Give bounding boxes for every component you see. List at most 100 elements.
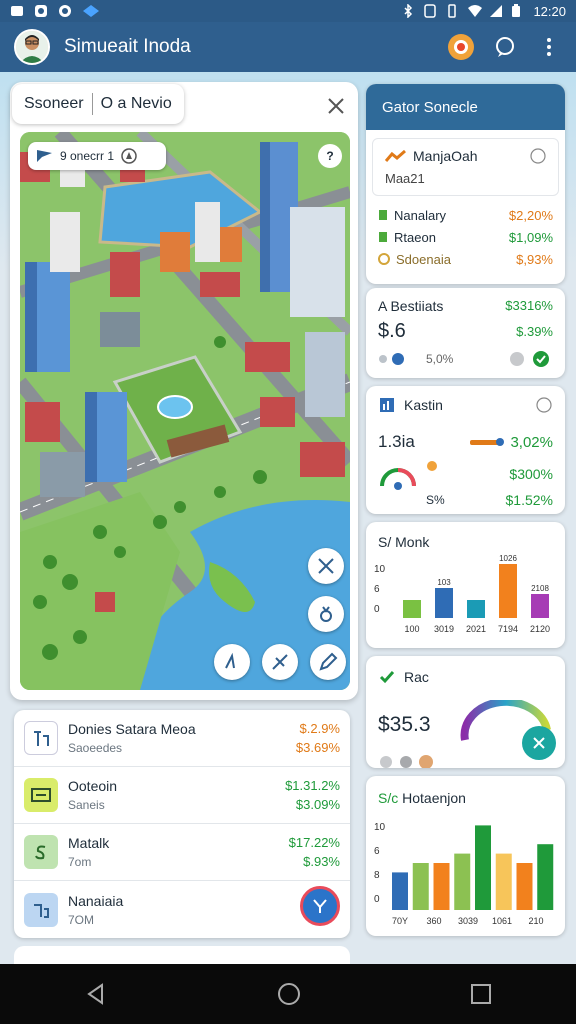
summary-title-row: ManjaOah xyxy=(373,145,558,167)
document-chart-icon xyxy=(380,398,394,412)
close-icon xyxy=(328,98,344,114)
chart-bar xyxy=(403,600,421,618)
list-item-subtitle: Saneis xyxy=(68,798,105,812)
rac-big-value: $35.3 xyxy=(378,713,431,736)
slider-icon xyxy=(470,438,505,446)
panel-header: Gator Sonecle xyxy=(366,84,565,130)
summary-row: Sdoenaia $,93% xyxy=(366,248,565,270)
chart-bar xyxy=(516,863,533,910)
list-item-value: $.93% xyxy=(303,854,340,869)
bluetooth-icon xyxy=(401,3,415,19)
vpn-icon xyxy=(82,4,99,18)
divider xyxy=(91,93,93,115)
list-item-value: $3.09% xyxy=(295,797,340,812)
rac-title: Rac xyxy=(404,669,429,685)
cash-icon xyxy=(24,778,58,812)
home-icon[interactable] xyxy=(276,981,302,1007)
bar-chart-card-1: S/ Monk 10 6 0 100 103 3019 2021 1026 7194 2108 21… xyxy=(366,522,565,648)
chart-bar xyxy=(392,872,408,910)
kastin-card: Kastin 1.3ia 3,02% $300% S% $1.52% xyxy=(366,386,565,514)
map-location-chip[interactable]: 9 onecrr 1 xyxy=(28,142,166,170)
x-tick-label: 360 xyxy=(426,916,441,926)
chart-bar xyxy=(435,588,453,618)
chart-bar xyxy=(499,564,517,618)
green-tag-icon xyxy=(379,210,387,220)
avatar[interactable] xyxy=(14,29,50,65)
x-tick-label: 3019 xyxy=(434,624,454,634)
ruler-button[interactable] xyxy=(214,644,250,680)
list-item-title: Ooteoin xyxy=(68,778,118,794)
y-tick-label: 10 xyxy=(374,822,386,833)
chart-bar xyxy=(454,853,471,910)
info-circle-icon[interactable] xyxy=(530,148,546,164)
battery-icon xyxy=(511,4,525,18)
chat-icon[interactable] xyxy=(492,34,518,60)
chart-bar xyxy=(531,594,549,618)
x-tick-label: 1061 xyxy=(492,916,512,926)
kastin-title: Kastin xyxy=(404,397,443,413)
status-bar: 12:20 xyxy=(0,0,576,22)
search-left-text: Ssoneer xyxy=(24,95,84,112)
chart-bar xyxy=(537,844,554,910)
summary-row-value: $2,20% xyxy=(508,207,553,223)
map-chip-text: 9 onecrr 1 xyxy=(60,149,115,163)
list-item[interactable]: Donies Satara Meoa Saoeedes $.2.9% $3.69… xyxy=(14,710,350,767)
toggle-check-icon[interactable] xyxy=(509,349,553,369)
x-tick-label: 2120 xyxy=(530,624,550,634)
info-circle-icon[interactable] xyxy=(535,396,553,414)
location-button[interactable] xyxy=(308,596,344,632)
summary-subtitle: Maa21 xyxy=(385,170,425,186)
route-button[interactable] xyxy=(262,644,298,680)
stats-big-value: $.6 xyxy=(378,320,406,342)
stats-value: $3316% xyxy=(505,298,553,313)
add-fab-button[interactable] xyxy=(300,886,340,926)
close-fab-button[interactable] xyxy=(522,726,556,760)
close-icon xyxy=(533,737,545,749)
rewards-icon[interactable] xyxy=(448,34,474,60)
kastin-value: $300% xyxy=(509,466,553,482)
more-menu-icon[interactable] xyxy=(536,34,562,60)
color-dots-icon xyxy=(380,755,433,768)
location-pin-icon xyxy=(320,606,332,622)
kastin-value: $1.52% xyxy=(505,492,553,508)
gauge-icon xyxy=(380,461,437,490)
progress-dots-icon xyxy=(379,353,404,365)
x-tick-label: 3039 xyxy=(458,916,478,926)
close-button[interactable] xyxy=(322,92,350,120)
y-tick-label: 8 xyxy=(374,870,380,881)
list-item[interactable]: Matalk 7om $17.22% $.93% xyxy=(14,824,350,881)
signal-icon xyxy=(489,4,503,18)
list-item-value: $.2.9% xyxy=(299,721,340,736)
summary-inner: ManjaOah Maa21 xyxy=(372,138,559,196)
list-item-subtitle: 7OM xyxy=(68,912,95,927)
list-item-value: $3.69% xyxy=(295,740,340,755)
y-tick-label: 0 xyxy=(374,604,380,615)
tools-button[interactable] xyxy=(308,548,344,584)
back-icon[interactable] xyxy=(84,982,108,1006)
bar-label: 2108 xyxy=(531,584,549,593)
app-notification-icon xyxy=(34,4,48,18)
city-map[interactable]: 9 onecrr 1 ? xyxy=(20,132,350,690)
list-item-value: $1.31.2% xyxy=(285,778,340,793)
recents-icon[interactable] xyxy=(470,983,492,1005)
search-right-text: O a Nevio xyxy=(100,95,172,112)
summary-title: ManjaOah xyxy=(413,148,478,164)
list-item[interactable]: Ooteoin Saneis $1.31.2% $3.09% xyxy=(14,767,350,824)
list-item-title: Nanaiaia xyxy=(68,892,124,909)
chart-bar xyxy=(467,600,485,618)
bar-chart-card-2: S/c Hotaenjon 10 6 8 0 70Y 360 3039 1061 210 xyxy=(366,776,565,936)
kastin-value: 3,02% xyxy=(510,433,553,451)
stats-percent: 5,0% xyxy=(426,352,454,366)
x-tick-label: 7194 xyxy=(498,624,518,634)
draw-button[interactable] xyxy=(310,644,346,680)
x-tick-label: 70Y xyxy=(392,916,408,926)
info-icon[interactable]: ? xyxy=(318,144,342,168)
nfc-icon xyxy=(423,4,437,18)
kastin-small: S% xyxy=(426,493,445,507)
bar-label: 103 xyxy=(437,578,451,587)
bar-chart-1: 10 6 0 100 103 3019 2021 1026 7194 2108 2120 xyxy=(374,554,550,634)
bar-label: 1026 xyxy=(499,554,517,563)
list-item-subtitle: Saoeedes xyxy=(68,741,123,755)
search-bar[interactable]: Ssoneer O a Nevio xyxy=(12,84,184,124)
wifi-icon xyxy=(467,4,483,18)
